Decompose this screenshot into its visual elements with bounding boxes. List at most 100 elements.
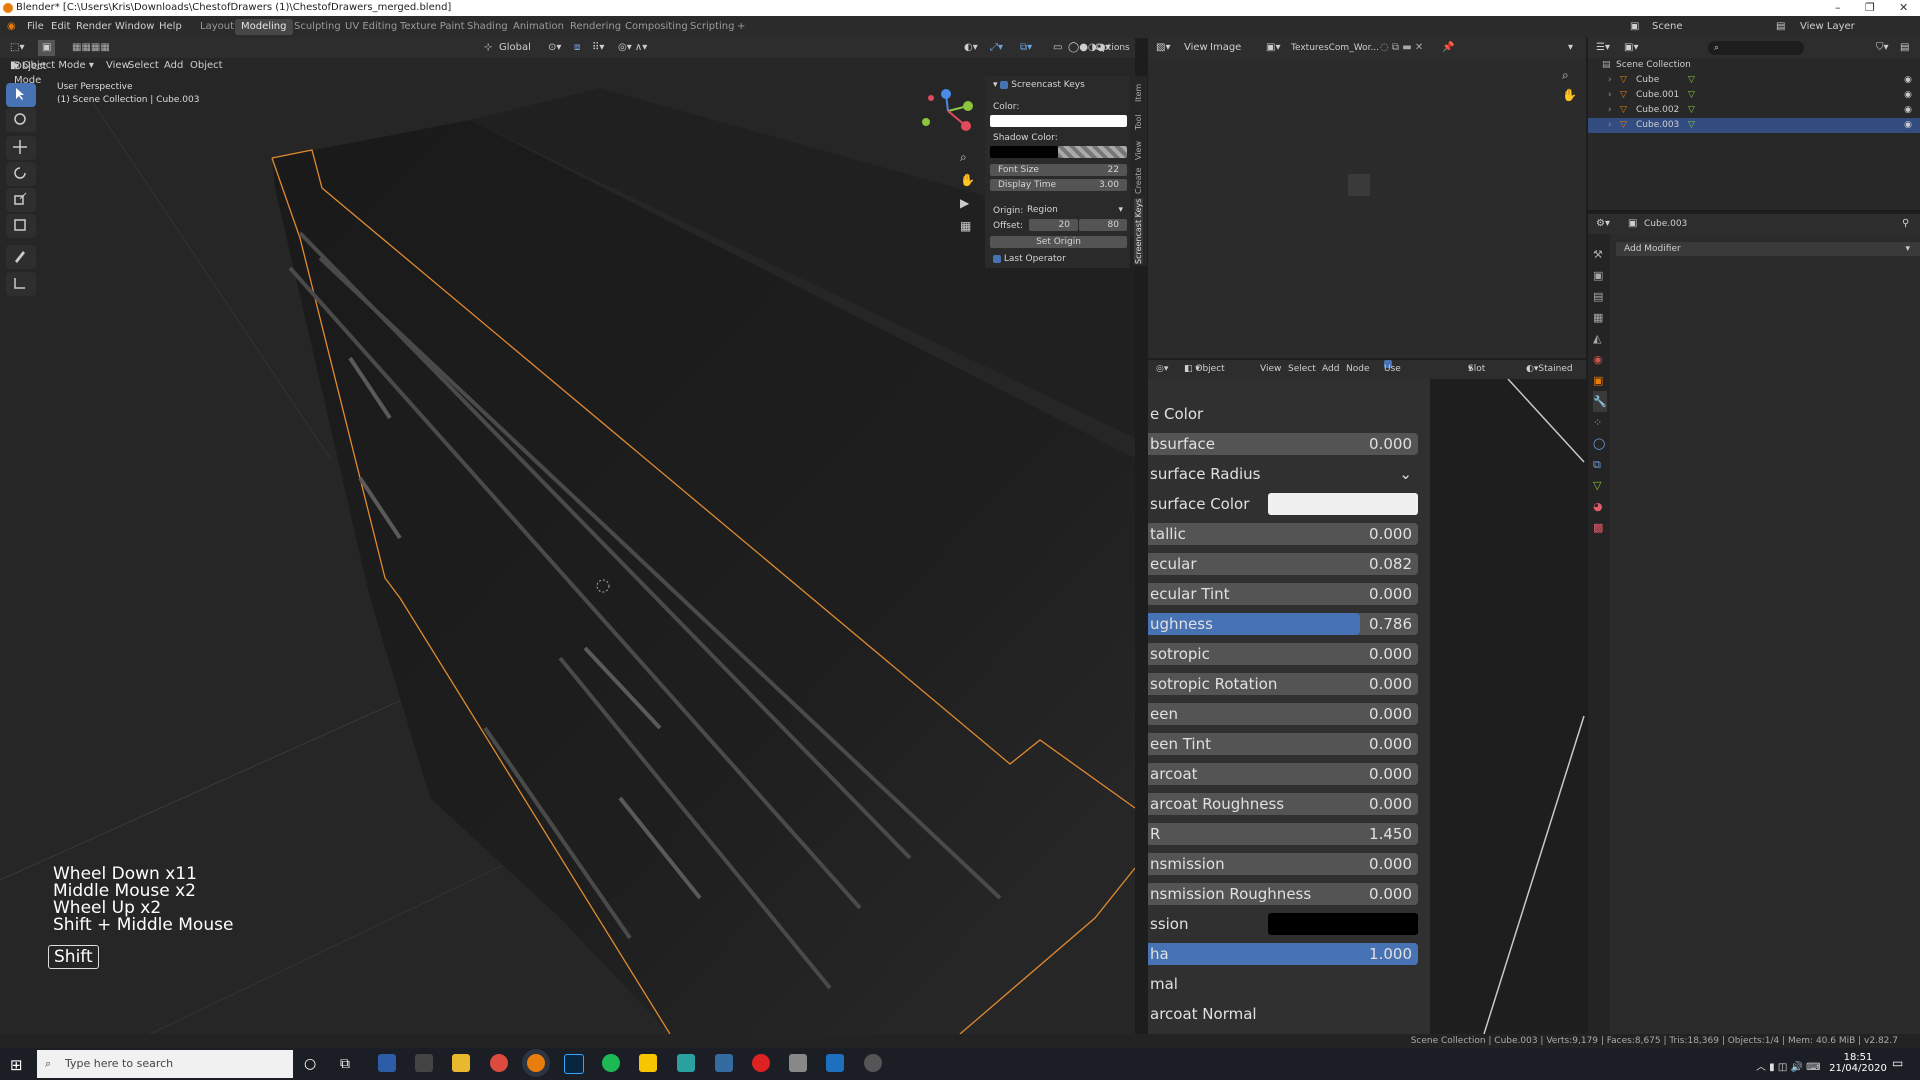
color-swatch[interactable] [990, 115, 1127, 127]
expand-arrow-icon[interactable]: › [1608, 118, 1612, 133]
bsdf-row[interactable]: R 1.450 [1148, 823, 1418, 845]
system-tray-icons[interactable]: ︿ ▮ ◫ 🔊 ⌨ [1756, 1058, 1821, 1073]
tab-uv-editing[interactable]: UV Editing [345, 16, 397, 38]
bsdf-row[interactable]: sotropic Rotation 0.000 [1148, 673, 1418, 695]
bsdf-row[interactable]: ssion [1148, 913, 1418, 935]
taskbar-search-input[interactable]: ⌕ Type here to search [37, 1050, 293, 1078]
bsdf-row[interactable]: ha 1.000 [1148, 943, 1418, 965]
shadow-alpha-swatch[interactable] [1058, 146, 1127, 158]
scene-name[interactable]: Scene [1652, 16, 1683, 38]
eye-icon[interactable]: ◉ [1904, 88, 1912, 103]
sticky-notes-icon[interactable] [639, 1054, 657, 1072]
app-icon-4[interactable] [715, 1054, 733, 1072]
pan-hand-icon[interactable]: ✋ [1562, 88, 1577, 102]
world-tab-icon[interactable]: ◉ [1593, 349, 1607, 370]
offset-y-field[interactable]: 80 [1079, 219, 1127, 231]
spotify-icon[interactable] [602, 1054, 620, 1072]
eye-icon[interactable]: ◉ [1904, 103, 1912, 118]
bsdf-row[interactable]: arcoat 0.000 [1148, 763, 1418, 785]
add-modifier-dropdown[interactable]: Add Modifier ▾ [1616, 242, 1920, 256]
tab-item[interactable]: Item [1134, 82, 1143, 102]
object-type-dropdown[interactable]: ◧ Object ▾ [1184, 360, 1225, 379]
snap-icon[interactable]: ⧈ [574, 38, 580, 58]
render-tab-icon[interactable]: ▣ [1593, 265, 1607, 286]
screencast-enable-checkbox[interactable] [1000, 80, 1009, 89]
image-browse-icon[interactable]: ▣▾ [1266, 38, 1280, 58]
bsdf-row[interactable]: tallic 0.000 [1148, 523, 1418, 545]
material-tab-icon[interactable]: ◕ [1593, 496, 1607, 517]
grid-icon[interactable]: ▦ [960, 215, 975, 238]
maximize-icon[interactable]: ❐ [1865, 0, 1875, 16]
view-layer-name[interactable]: View Layer [1800, 16, 1855, 38]
pivot-icon[interactable]: ⊙▾ [548, 38, 561, 58]
options-dropdown[interactable]: Options [1095, 38, 1130, 58]
snap-target-icon[interactable]: ⠿▾ [592, 38, 604, 58]
node-menu-add[interactable]: Add [1322, 360, 1339, 379]
material-dropdown[interactable]: ◐▾ Stained [1526, 360, 1573, 379]
origin-dropdown[interactable]: Region ▾ [1023, 204, 1127, 216]
viewport-menu-add[interactable]: Add [164, 58, 183, 74]
display-time-field[interactable]: Display Time 3.00 [990, 179, 1127, 191]
viewport-menu-object[interactable]: Object [190, 58, 223, 74]
navigation-gizmo[interactable] [918, 86, 978, 136]
bsdf-row[interactable]: ecular 0.082 [1148, 553, 1418, 575]
app-icon-2[interactable] [415, 1054, 433, 1072]
particles-tab-icon[interactable]: ⁘ [1593, 412, 1607, 433]
bsdf-row[interactable]: arcoat Roughness 0.000 [1148, 793, 1418, 815]
display-mode-icon[interactable]: ▣▾ [1624, 38, 1638, 58]
scale-tool-button[interactable] [6, 188, 36, 212]
scene-tab-icon[interactable]: ◭ [1593, 328, 1607, 349]
set-origin-button[interactable]: Set Origin [990, 236, 1127, 248]
editor-type-icon[interactable]: ◎▾ [1156, 360, 1168, 379]
transform-tool-button[interactable] [6, 214, 36, 238]
tab-view[interactable]: View [1134, 136, 1143, 160]
bsdf-row[interactable]: surface Color [1148, 493, 1418, 515]
eye-icon[interactable]: ◉ [1904, 118, 1912, 133]
rotate-tool-button[interactable] [6, 162, 36, 186]
outliner-item[interactable]: › ▽ Cube ▽ ◉ [1588, 73, 1920, 88]
output-tab-icon[interactable]: ▤ [1593, 286, 1607, 307]
viewport-menu-select[interactable]: Select [128, 58, 159, 74]
constraints-tab-icon[interactable]: ⧉ [1593, 454, 1607, 475]
eye-icon[interactable]: ◉ [1904, 73, 1912, 88]
image-actions-icon[interactable]: ◌ ⧉ ▬ ✕ [1380, 38, 1423, 58]
font-size-field[interactable]: Font Size 22 [990, 164, 1127, 176]
physics-tab-icon[interactable]: ◯ [1593, 433, 1607, 454]
offset-x-field[interactable]: 20 [1029, 219, 1078, 231]
pin-icon[interactable]: 📌 [1442, 38, 1454, 58]
blender-taskbar-icon[interactable] [527, 1054, 545, 1072]
tab-create[interactable]: Create [1134, 164, 1143, 194]
data-tab-icon[interactable]: ▽ [1593, 475, 1607, 496]
menu-edit[interactable]: Edit [51, 16, 70, 38]
zoom-icon[interactable]: ⌕ [960, 146, 975, 169]
app-icon-6[interactable] [789, 1054, 807, 1072]
bsdf-row[interactable]: nsmission 0.000 [1148, 853, 1418, 875]
outliner-item[interactable]: › ▽ Cube.001 ▽ ◉ [1588, 88, 1920, 103]
app-icon-1[interactable] [378, 1054, 396, 1072]
proportional-edit-icon[interactable]: ◎▾ ∧▾ [618, 38, 647, 58]
select-tool-button[interactable] [6, 83, 36, 107]
tab-compositing[interactable]: Compositing [625, 16, 688, 38]
visibility-icon[interactable]: ◐▾ [964, 38, 978, 58]
editor-type-icon[interactable]: ▨▾ [1156, 38, 1170, 58]
expand-arrow-icon[interactable]: › [1608, 88, 1612, 103]
mesh-data-icon[interactable]: ▽ [1688, 118, 1695, 133]
principled-bsdf-node[interactable]: e Color bsurface 0.000 surface Radius ⌄ surfa… [1148, 379, 1430, 1034]
app-icon-8[interactable] [864, 1054, 882, 1072]
file-explorer-icon[interactable] [452, 1054, 470, 1072]
image-name-field[interactable]: TexturesCom_Wor... [1291, 38, 1379, 58]
menu-help[interactable]: Help [159, 16, 182, 38]
tab-tool[interactable]: Tool [1134, 108, 1143, 130]
pin-icon[interactable]: ⚲ [1902, 214, 1909, 234]
photoshop-icon[interactable] [564, 1054, 584, 1074]
bsdf-row[interactable]: ughness 0.786 [1148, 613, 1418, 635]
editor-type-icon[interactable]: ☰▾ [1596, 38, 1610, 58]
shadow-color-swatch[interactable] [990, 146, 1058, 158]
blender-menu-icon[interactable]: ◉ [7, 16, 16, 38]
minimize-icon[interactable]: – [1835, 0, 1841, 16]
bsdf-row[interactable]: bsurface 0.000 [1148, 433, 1418, 455]
tab-animation[interactable]: Animation [513, 16, 564, 38]
app-icon-7[interactable] [826, 1054, 844, 1072]
add-workspace-button[interactable]: + [737, 16, 745, 38]
bsdf-color-swatch[interactable] [1268, 913, 1418, 935]
